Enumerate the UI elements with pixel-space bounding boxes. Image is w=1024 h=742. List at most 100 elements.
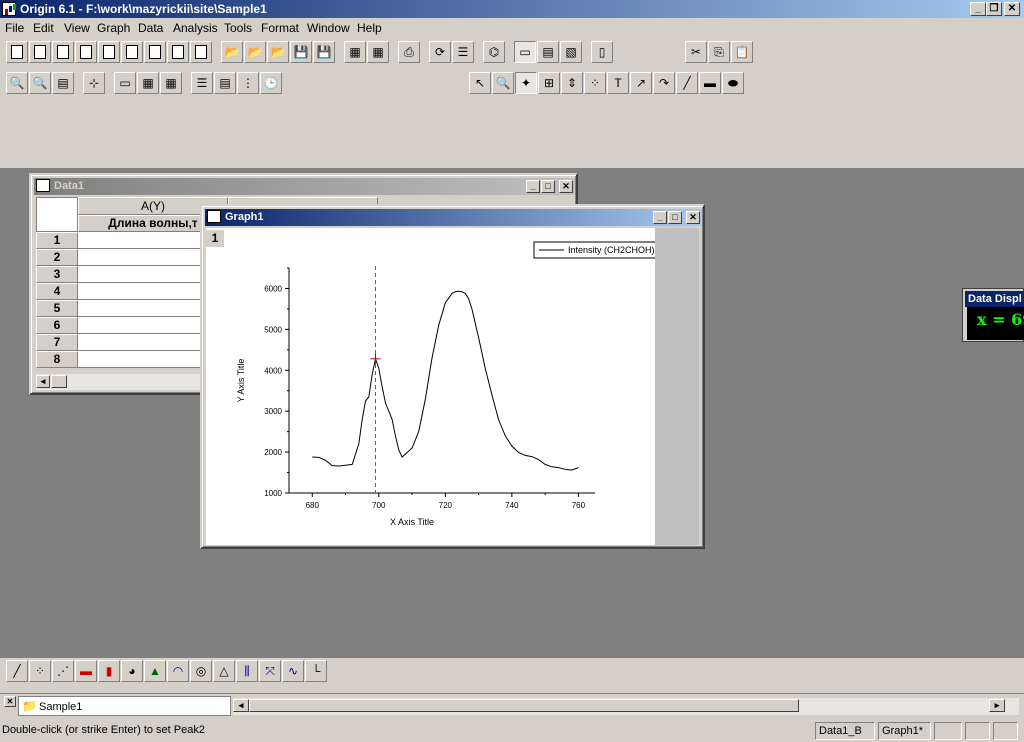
screen-reader-icon[interactable]: ⊞: [538, 72, 560, 94]
zoom-out-icon[interactable]: 🔍: [29, 72, 51, 94]
line-symbol-plot-icon[interactable]: ⋰: [52, 660, 74, 682]
graph1-minimize-icon[interactable]: _: [653, 211, 667, 224]
close-icon[interactable]: ✕: [1004, 2, 1020, 16]
open-icon[interactable]: 📂: [221, 41, 243, 63]
origin-app-icon[interactable]: [2, 2, 16, 16]
data1-close-icon[interactable]: ✕: [559, 180, 573, 193]
new-project-icon[interactable]: [6, 41, 28, 63]
legend-icon[interactable]: ☰: [191, 72, 213, 94]
scroll-thumb[interactable]: [249, 699, 799, 712]
row-header[interactable]: 8: [36, 351, 78, 368]
script-window-icon[interactable]: ▤: [537, 41, 559, 63]
menu-file[interactable]: File: [5, 21, 24, 35]
open-template-icon[interactable]: 📂: [244, 41, 266, 63]
new-layout-icon[interactable]: [144, 41, 166, 63]
graph1-close-icon[interactable]: ✕: [686, 211, 700, 224]
menu-format[interactable]: Format: [261, 21, 299, 35]
area-plot-icon[interactable]: ▲: [144, 660, 166, 682]
data-display-window[interactable]: Data Displ x = 69: [962, 288, 1024, 342]
rectangle-tool-icon[interactable]: ▬: [699, 72, 721, 94]
fill-area-icon[interactable]: ◠: [167, 660, 189, 682]
menu-analysis[interactable]: Analysis: [173, 21, 218, 35]
minimize-icon[interactable]: _: [970, 2, 986, 16]
data1-minimize-icon[interactable]: _: [526, 180, 540, 193]
row-header[interactable]: 2: [36, 249, 78, 266]
line-tool-icon[interactable]: ╱: [676, 72, 698, 94]
pointer-icon[interactable]: ↖: [469, 72, 491, 94]
open-excel-icon[interactable]: 📂: [267, 41, 289, 63]
menu-help[interactable]: Help: [357, 21, 382, 35]
arrange-layers-icon[interactable]: ▦: [160, 72, 182, 94]
spline-plot-icon[interactable]: ∿: [282, 660, 304, 682]
template-plot-icon[interactable]: └: [305, 660, 327, 682]
new-graph-icon[interactable]: [75, 41, 97, 63]
graph1-titlebar[interactable]: Graph1 _ □ ✕: [205, 209, 702, 226]
high-low-plot-icon[interactable]: ⫼: [236, 660, 258, 682]
restore-icon[interactable]: ❐: [986, 2, 1002, 16]
data1-maximize-icon[interactable]: □: [541, 180, 555, 193]
add-column-icon[interactable]: ▯: [591, 41, 613, 63]
new-worksheet-icon[interactable]: [29, 41, 51, 63]
scroll-left-icon[interactable]: ◂: [36, 375, 50, 388]
arrow-tool-icon[interactable]: ↗: [630, 72, 652, 94]
cut-icon[interactable]: ✂: [685, 41, 707, 63]
new-notes-icon[interactable]: [167, 41, 189, 63]
import-multiple-icon[interactable]: ▦: [367, 41, 389, 63]
new-function-icon[interactable]: [121, 41, 143, 63]
data-selector-icon[interactable]: ⇕: [561, 72, 583, 94]
zoom-tool-icon[interactable]: 🔍: [492, 72, 514, 94]
refresh-icon[interactable]: ⟳: [429, 41, 451, 63]
save-template-icon[interactable]: 💾: [313, 41, 335, 63]
column-plot-icon[interactable]: ▮: [98, 660, 120, 682]
polar-plot-icon[interactable]: ◎: [190, 660, 212, 682]
import-ascii-icon[interactable]: ▦: [344, 41, 366, 63]
scatter-plot-icon[interactable]: ⁘: [29, 660, 51, 682]
project-explorer-icon[interactable]: ⌬: [483, 41, 505, 63]
menu-data[interactable]: Data: [138, 21, 163, 35]
data-reader-icon[interactable]: ✦: [515, 72, 537, 94]
duplicate-icon[interactable]: ☰: [452, 41, 474, 63]
code-builder-icon[interactable]: ▧: [560, 41, 582, 63]
layer-icon[interactable]: ⋮: [237, 72, 259, 94]
graph1-maximize-icon[interactable]: □: [668, 211, 682, 224]
data1-hscrollbar[interactable]: ◂: [36, 374, 201, 390]
worksheet-corner[interactable]: [36, 197, 78, 232]
print-icon[interactable]: ⎙: [398, 41, 420, 63]
row-header[interactable]: 3: [36, 266, 78, 283]
new-page-icon[interactable]: [190, 41, 212, 63]
zoom-in-icon[interactable]: 🔍: [6, 72, 28, 94]
row-header[interactable]: 7: [36, 334, 78, 351]
data1-titlebar[interactable]: Data1 _ □ ✕: [34, 178, 575, 195]
paste-icon[interactable]: 📋: [731, 41, 753, 63]
add-layer-icon[interactable]: ▭: [114, 72, 136, 94]
multi-layer-icon[interactable]: ▦: [137, 72, 159, 94]
scroll-left-icon[interactable]: ◂: [233, 699, 249, 712]
line-plot-icon[interactable]: ╱: [6, 660, 28, 682]
text-tool-icon[interactable]: T: [607, 72, 629, 94]
results-log-icon[interactable]: ▭: [514, 41, 536, 63]
timestamp-icon[interactable]: 🕒: [260, 72, 282, 94]
pie-chart-icon[interactable]: ◕: [121, 660, 143, 682]
new-excel-icon[interactable]: [52, 41, 74, 63]
row-header[interactable]: 1: [36, 232, 78, 249]
row-header[interactable]: 6: [36, 317, 78, 334]
menu-edit[interactable]: Edit: [33, 21, 54, 35]
new-matrix-icon[interactable]: [98, 41, 120, 63]
graph1-window[interactable]: Graph1 _ □ ✕ 1 680 700 720 740 760 1000 2000 30…: [200, 204, 705, 549]
curved-arrow-icon[interactable]: ↷: [653, 72, 675, 94]
vector-plot-icon[interactable]: ⤧: [259, 660, 281, 682]
tabbar-hscrollbar[interactable]: ◂ ▸: [233, 698, 1019, 715]
row-header[interactable]: 5: [36, 300, 78, 317]
menu-graph[interactable]: Graph: [97, 21, 130, 35]
ternary-plot-icon[interactable]: △: [213, 660, 235, 682]
circle-tool-icon[interactable]: ⬬: [722, 72, 744, 94]
save-icon[interactable]: 💾: [290, 41, 312, 63]
rescale-icon[interactable]: ⊹: [83, 72, 105, 94]
scroll-right-icon[interactable]: ▸: [989, 699, 1005, 712]
menu-view[interactable]: View: [64, 21, 90, 35]
tabbar-close-icon[interactable]: ✕: [4, 696, 16, 707]
color-scale-icon[interactable]: ▤: [214, 72, 236, 94]
scroll-thumb[interactable]: [51, 375, 67, 388]
row-header[interactable]: 4: [36, 283, 78, 300]
menu-tools[interactable]: Tools: [224, 21, 252, 35]
